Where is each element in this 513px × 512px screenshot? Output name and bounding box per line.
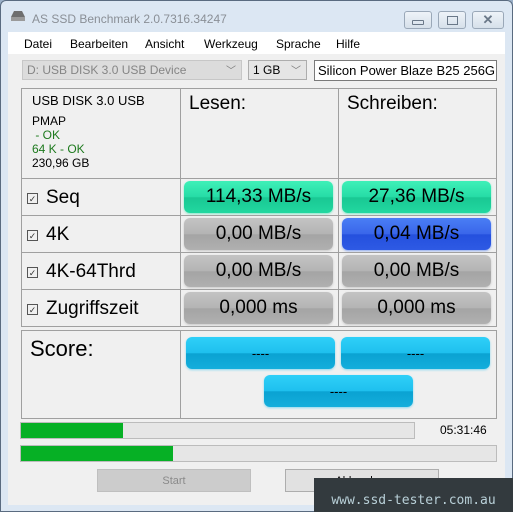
4k-label: 4K bbox=[46, 224, 70, 245]
access-read-cell: 0,000 ms bbox=[180, 289, 339, 327]
write-header: Schreiben: bbox=[347, 93, 438, 114]
4k64-read-value: 0,00 MB/s bbox=[184, 255, 333, 287]
menu-bar: Datei Bearbeiten Ansicht Werkzeug Sprach… bbox=[8, 32, 505, 54]
total-progress-fill bbox=[21, 446, 173, 461]
total-progress-bar bbox=[20, 445, 497, 462]
score-total-value: ---- bbox=[264, 375, 413, 407]
menu-ansicht[interactable]: Ansicht bbox=[145, 37, 184, 51]
seq-checkbox[interactable]: ✓ bbox=[27, 192, 38, 204]
device-info-cell: USB DISK 3.0 USB PMAP - OK 64 K - OK 230… bbox=[21, 88, 181, 179]
drive-icon bbox=[11, 11, 25, 21]
seq-label: Seq bbox=[46, 187, 80, 208]
read-header-cell: Lesen: bbox=[180, 88, 339, 179]
drive-select-value: D: USB DISK 3.0 USB Device bbox=[27, 63, 187, 77]
row-label-4k: ✓ 4K bbox=[21, 215, 181, 253]
window-title: AS SSD Benchmark 2.0.7316.34247 bbox=[32, 12, 227, 26]
4k64-write-value: 0,00 MB/s bbox=[342, 255, 491, 287]
row-label-seq: ✓ Seq bbox=[21, 178, 181, 216]
access-write-cell: 0,000 ms bbox=[338, 289, 497, 327]
menu-hilfe[interactable]: Hilfe bbox=[336, 37, 360, 51]
menu-sprache[interactable]: Sprache bbox=[276, 37, 321, 51]
watermark: www.ssd-tester.com.au bbox=[314, 478, 513, 512]
4k64-label: 4K-64Thrd bbox=[46, 261, 136, 282]
start-button[interactable]: Start bbox=[97, 469, 251, 492]
access-label: Zugriffszeit bbox=[46, 298, 139, 319]
seq-write-value: 27,36 MB/s bbox=[342, 181, 491, 213]
device-name-input[interactable]: Silicon Power Blaze B25 256G bbox=[314, 60, 497, 81]
score-label-cell: Score: bbox=[21, 330, 181, 419]
4k-write-cell: 0,04 MB/s bbox=[338, 215, 497, 253]
chevron-down-icon: ﹀ bbox=[226, 66, 236, 77]
device-model: USB DISK 3.0 USB bbox=[32, 93, 145, 108]
seq-read-cell: 114,33 MB/s bbox=[180, 178, 339, 216]
size-select-value: 1 GB bbox=[253, 63, 281, 77]
score-read-value: ---- bbox=[186, 337, 335, 369]
row-label-4k64: ✓ 4K-64Thrd bbox=[21, 252, 181, 290]
chevron-down-icon: ﹀ bbox=[291, 66, 301, 77]
partition-type: PMAP bbox=[32, 114, 67, 128]
close-icon: ✕ bbox=[482, 12, 494, 27]
drive-select[interactable]: D: USB DISK 3.0 USB Device ﹀ bbox=[22, 60, 242, 80]
4k-read-cell: 0,00 MB/s bbox=[180, 215, 339, 253]
driver-status: - OK bbox=[32, 128, 61, 142]
write-header-cell: Schreiben: bbox=[338, 88, 497, 179]
app-window: AS SSD Benchmark 2.0.7316.34247 ✕ Datei … bbox=[0, 0, 513, 512]
test-progress-bar bbox=[20, 422, 415, 439]
client-area: Datei Bearbeiten Ansicht Werkzeug Sprach… bbox=[8, 32, 505, 505]
4k-write-value: 0,04 MB/s bbox=[342, 218, 491, 250]
4k64-checkbox[interactable]: ✓ bbox=[27, 266, 38, 278]
access-read-value: 0,000 ms bbox=[184, 292, 333, 324]
4k-read-value: 0,00 MB/s bbox=[184, 218, 333, 250]
seq-read-value: 114,33 MB/s bbox=[184, 181, 333, 213]
test-progress-fill bbox=[21, 423, 124, 438]
seq-write-cell: 27,36 MB/s bbox=[338, 178, 497, 216]
read-header: Lesen: bbox=[189, 93, 247, 114]
access-checkbox[interactable]: ✓ bbox=[27, 303, 38, 315]
size-select[interactable]: 1 GB ﹀ bbox=[248, 60, 307, 80]
alignment-status: 64 K - OK bbox=[32, 142, 85, 156]
score-cell: ---- ---- ---- bbox=[180, 330, 497, 419]
minimize-icon bbox=[412, 20, 424, 25]
elapsed-time: 05:31:46 bbox=[440, 423, 487, 437]
minimize-button[interactable] bbox=[404, 11, 432, 29]
menu-werkzeug[interactable]: Werkzeug bbox=[204, 37, 258, 51]
close-button[interactable]: ✕ bbox=[472, 11, 504, 29]
score-write-value: ---- bbox=[341, 337, 490, 369]
4k64-write-cell: 0,00 MB/s bbox=[338, 252, 497, 290]
menu-bearbeiten[interactable]: Bearbeiten bbox=[70, 37, 128, 51]
results-grid: USB DISK 3.0 USB PMAP - OK 64 K - OK 230… bbox=[21, 88, 497, 419]
score-label: Score: bbox=[30, 336, 94, 361]
access-write-value: 0,000 ms bbox=[342, 292, 491, 324]
4k64-read-cell: 0,00 MB/s bbox=[180, 252, 339, 290]
4k-checkbox[interactable]: ✓ bbox=[27, 229, 38, 241]
menu-datei[interactable]: Datei bbox=[24, 37, 52, 51]
capacity: 230,96 GB bbox=[32, 156, 90, 170]
maximize-button[interactable] bbox=[438, 11, 466, 29]
restore-icon bbox=[446, 15, 458, 25]
row-label-access: ✓ Zugriffszeit bbox=[21, 289, 181, 327]
title-bar[interactable]: AS SSD Benchmark 2.0.7316.34247 ✕ bbox=[1, 1, 512, 31]
